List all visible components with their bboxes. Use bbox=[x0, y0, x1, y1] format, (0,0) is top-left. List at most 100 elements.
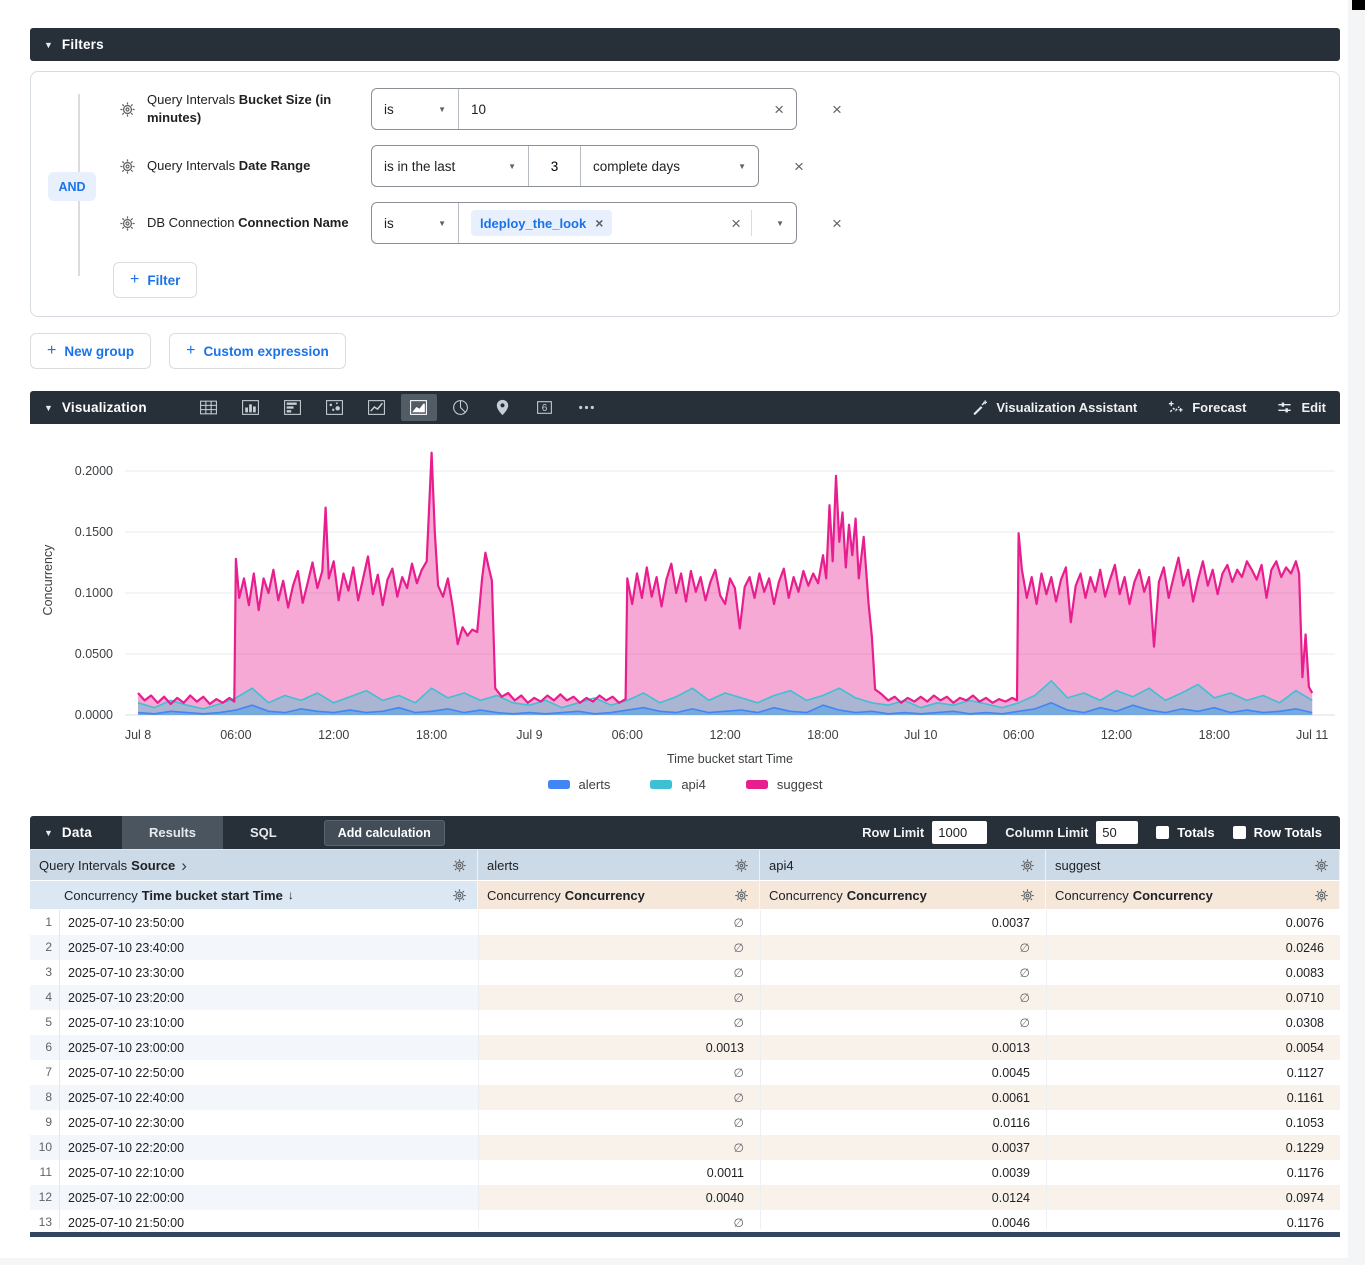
table-row[interactable]: 72025-07-10 22:50:00∅0.00450.1127 bbox=[30, 1060, 1340, 1085]
row-number: 3 bbox=[30, 960, 60, 985]
table-row[interactable]: 32025-07-10 23:30:00∅∅0.0083 bbox=[30, 960, 1340, 985]
measure-column-header-api4[interactable]: Concurrency Concurrency bbox=[760, 881, 1046, 909]
filter-unit-dropdown[interactable]: complete days ▼ bbox=[580, 146, 758, 186]
edit-button[interactable]: Edit bbox=[1276, 399, 1326, 416]
measure-name: suggest bbox=[1055, 858, 1101, 873]
totals-checkbox[interactable]: Totals bbox=[1156, 825, 1214, 840]
remove-filter-icon[interactable]: × bbox=[794, 158, 804, 175]
measure-value-suggest: 0.0308 bbox=[1046, 1010, 1340, 1035]
row-limit-input[interactable] bbox=[932, 821, 987, 844]
gear-icon[interactable] bbox=[734, 888, 749, 903]
filters-header-bar[interactable]: ▼ Filters bbox=[30, 28, 1340, 61]
viz-type-more-icon[interactable] bbox=[569, 394, 605, 421]
concurrency-area-chart[interactable]: 0.00000.05000.10000.15000.2000Jul 806:00… bbox=[30, 430, 1340, 770]
filters-collapse-caret-icon[interactable]: ▼ bbox=[44, 40, 53, 50]
viz-type-scatter-icon[interactable] bbox=[317, 394, 353, 421]
sort-desc-icon[interactable]: ↓ bbox=[288, 888, 294, 902]
gear-icon[interactable] bbox=[1020, 858, 1035, 873]
viz-type-table-icon[interactable] bbox=[191, 394, 227, 421]
legend-item-suggest[interactable]: suggest bbox=[746, 777, 823, 792]
column-limit-input[interactable] bbox=[1096, 821, 1138, 844]
and-operator-badge[interactable]: AND bbox=[48, 172, 96, 201]
expand-chevron-icon[interactable]: › bbox=[181, 857, 187, 874]
measure-column-header-alerts[interactable]: Concurrency Concurrency bbox=[478, 881, 760, 909]
svg-text:06:00: 06:00 bbox=[220, 728, 251, 742]
row-number: 5 bbox=[30, 1010, 60, 1035]
filter-number-input[interactable] bbox=[540, 159, 570, 174]
filter-value-chip[interactable]: ldeploy_the_look × bbox=[471, 210, 612, 236]
measure-group-header-suggest[interactable]: suggest bbox=[1046, 850, 1340, 880]
gear-icon[interactable] bbox=[452, 858, 467, 873]
custom-expression-button[interactable]: + Custom expression bbox=[169, 333, 346, 369]
table-row[interactable]: 92025-07-10 22:30:00∅0.01160.1053 bbox=[30, 1110, 1340, 1135]
remove-filter-icon[interactable]: × bbox=[832, 101, 842, 118]
legend-item-alerts[interactable]: alerts bbox=[548, 777, 611, 792]
row-number: 7 bbox=[30, 1060, 60, 1085]
add-calculation-button[interactable]: Add calculation bbox=[324, 820, 445, 846]
time-bucket-value: 2025-07-10 22:00:00 bbox=[60, 1191, 184, 1205]
viz-type-line-icon[interactable] bbox=[359, 394, 395, 421]
clear-value-icon[interactable]: × bbox=[731, 215, 741, 232]
row-totals-checkbox[interactable]: Row Totals bbox=[1233, 825, 1322, 840]
viz-type-area-icon[interactable] bbox=[401, 394, 437, 421]
clear-value-icon[interactable]: × bbox=[774, 101, 784, 118]
row-dimension-cell: 42025-07-10 23:20:00 bbox=[30, 985, 478, 1010]
filter-operator-dropdown[interactable]: is ▼ bbox=[372, 89, 458, 129]
remove-chip-icon[interactable]: × bbox=[595, 215, 603, 231]
table-row[interactable]: 52025-07-10 23:10:00∅∅0.0308 bbox=[30, 1010, 1340, 1035]
data-collapse-caret-icon[interactable]: ▼ bbox=[44, 828, 53, 838]
measure-value-api4: ∅ bbox=[760, 935, 1046, 960]
forecast-button[interactable]: Forecast bbox=[1167, 399, 1246, 416]
gear-icon[interactable] bbox=[1314, 888, 1329, 903]
measure-column-header-suggest[interactable]: Concurrency Concurrency bbox=[1046, 881, 1340, 909]
table-row[interactable]: 82025-07-10 22:40:00∅0.00610.1161 bbox=[30, 1085, 1340, 1110]
measure-group-header-alerts[interactable]: alerts bbox=[478, 850, 760, 880]
legend-item-api4[interactable]: api4 bbox=[650, 777, 706, 792]
visualization-assistant-button[interactable]: Visualization Assistant bbox=[971, 399, 1137, 416]
viz-type-pie-icon[interactable] bbox=[443, 394, 479, 421]
table-row[interactable]: 22025-07-10 23:40:00∅∅0.0246 bbox=[30, 935, 1340, 960]
time-bucket-value: 2025-07-10 23:40:00 bbox=[60, 941, 184, 955]
measure-value-suggest: 0.0710 bbox=[1046, 985, 1340, 1010]
gear-icon[interactable] bbox=[1020, 888, 1035, 903]
viz-type-single-value-icon[interactable]: 6 bbox=[527, 394, 563, 421]
measure-value-api4: 0.0124 bbox=[760, 1185, 1046, 1210]
chevron-down-icon[interactable]: ▼ bbox=[776, 219, 784, 228]
dimension-group-header[interactable]: Query Intervals Source › bbox=[30, 850, 478, 880]
new-group-button[interactable]: + New group bbox=[30, 333, 151, 369]
plus-icon: + bbox=[130, 271, 139, 289]
gear-icon[interactable] bbox=[734, 858, 749, 873]
field-name: Connection Name bbox=[238, 215, 349, 230]
filter-value-input[interactable] bbox=[471, 102, 774, 117]
gear-icon[interactable] bbox=[452, 888, 467, 903]
add-filter-button[interactable]: + Filter bbox=[113, 262, 197, 298]
gear-icon[interactable] bbox=[119, 101, 136, 118]
viz-type-map-icon[interactable] bbox=[485, 394, 521, 421]
measure-group-header-api4[interactable]: api4 bbox=[760, 850, 1046, 880]
remove-filter-icon[interactable]: × bbox=[832, 215, 842, 232]
tab-sql[interactable]: SQL bbox=[223, 816, 304, 849]
table-row[interactable]: 122025-07-10 22:00:000.00400.01240.0974 bbox=[30, 1185, 1340, 1210]
tab-results[interactable]: Results bbox=[122, 816, 223, 849]
table-row[interactable]: 102025-07-10 22:20:00∅0.00370.1229 bbox=[30, 1135, 1340, 1160]
dimension-column-header[interactable]: Concurrency Time bucket start Time ↓ bbox=[30, 881, 478, 909]
svg-text:0.1500: 0.1500 bbox=[75, 525, 113, 539]
filter-operator-dropdown[interactable]: is in the last ▼ bbox=[372, 146, 528, 186]
filter-operator-dropdown[interactable]: is ▼ bbox=[372, 203, 458, 243]
time-bucket-value: 2025-07-10 21:50:00 bbox=[60, 1216, 184, 1230]
viz-type-hbar-icon[interactable] bbox=[275, 394, 311, 421]
table-row[interactable]: 62025-07-10 23:00:000.00130.00130.0054 bbox=[30, 1035, 1340, 1060]
gear-icon[interactable] bbox=[119, 158, 136, 175]
table-row[interactable]: 12025-07-10 23:50:00∅0.00370.0076 bbox=[30, 910, 1340, 935]
table-row[interactable]: 132025-07-10 21:50:00∅0.00460.1176 bbox=[30, 1210, 1340, 1229]
gear-icon[interactable] bbox=[119, 215, 136, 232]
visualization-collapse-caret-icon[interactable]: ▼ bbox=[44, 403, 53, 413]
viz-type-bar-icon[interactable] bbox=[233, 394, 269, 421]
table-row[interactable]: 112025-07-10 22:10:000.00110.00390.1176 bbox=[30, 1160, 1340, 1185]
measure-name: api4 bbox=[769, 858, 794, 873]
gear-icon[interactable] bbox=[1314, 858, 1329, 873]
operator-value: is in the last bbox=[384, 159, 455, 174]
table-row[interactable]: 42025-07-10 23:20:00∅∅0.0710 bbox=[30, 985, 1340, 1010]
time-bucket-value: 2025-07-10 23:30:00 bbox=[60, 966, 184, 980]
table-column-header-row: Concurrency Time bucket start Time ↓ Con… bbox=[30, 881, 1340, 910]
